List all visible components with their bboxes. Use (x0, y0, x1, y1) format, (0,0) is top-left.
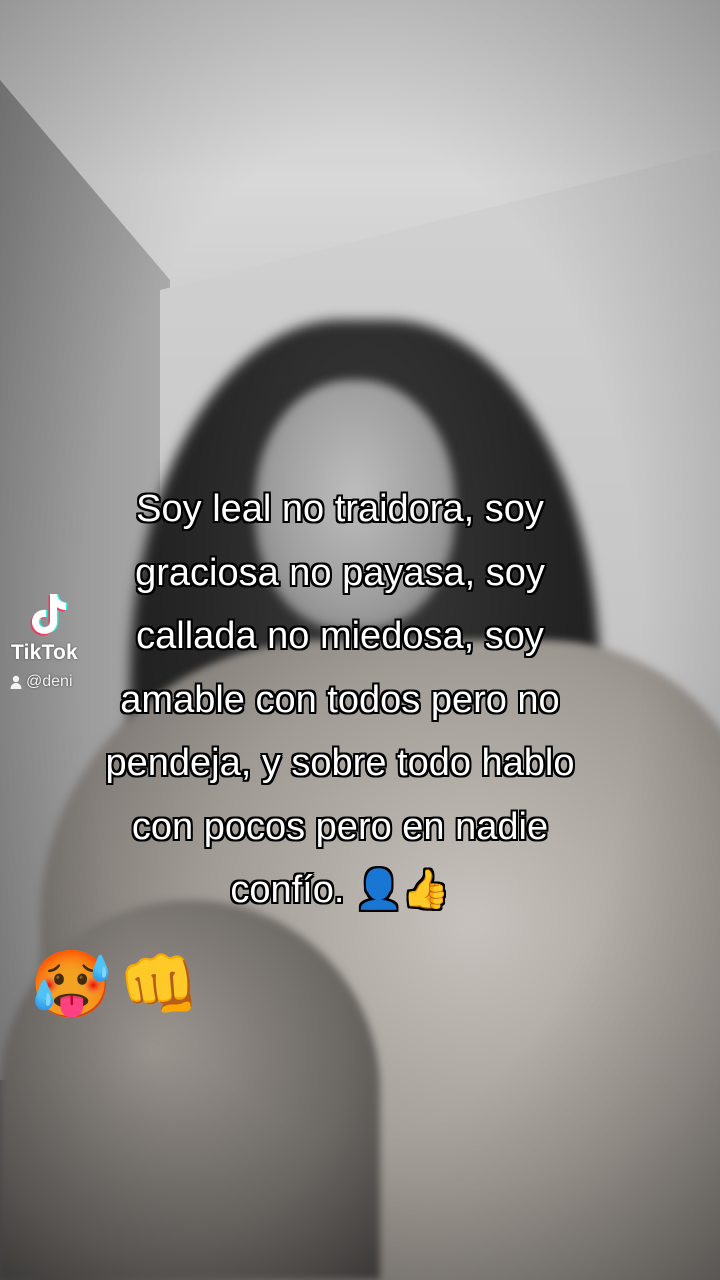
video-caption: Soy leal no traidora, soy graciosa no pa… (20, 478, 660, 923)
caption-line: Soy leal no traidora, soy (136, 488, 544, 530)
fist-emoji: 👊 (118, 946, 201, 1023)
hot-face-emoji: 🥵 (30, 946, 113, 1023)
caption-line: graciosa no payasa, soy (135, 551, 545, 594)
caption-line: callada no miedosa, soy (136, 615, 544, 657)
caption-line: amable con todos pero no (120, 678, 560, 721)
caption-line: confío. 👤👍 (230, 869, 450, 911)
caption-line: con pocos pero en nadie (131, 805, 549, 848)
reaction-emojis: 🥵 👊 (30, 945, 200, 1025)
caption-line: pendeja, y sobre todo hablo (105, 742, 575, 784)
